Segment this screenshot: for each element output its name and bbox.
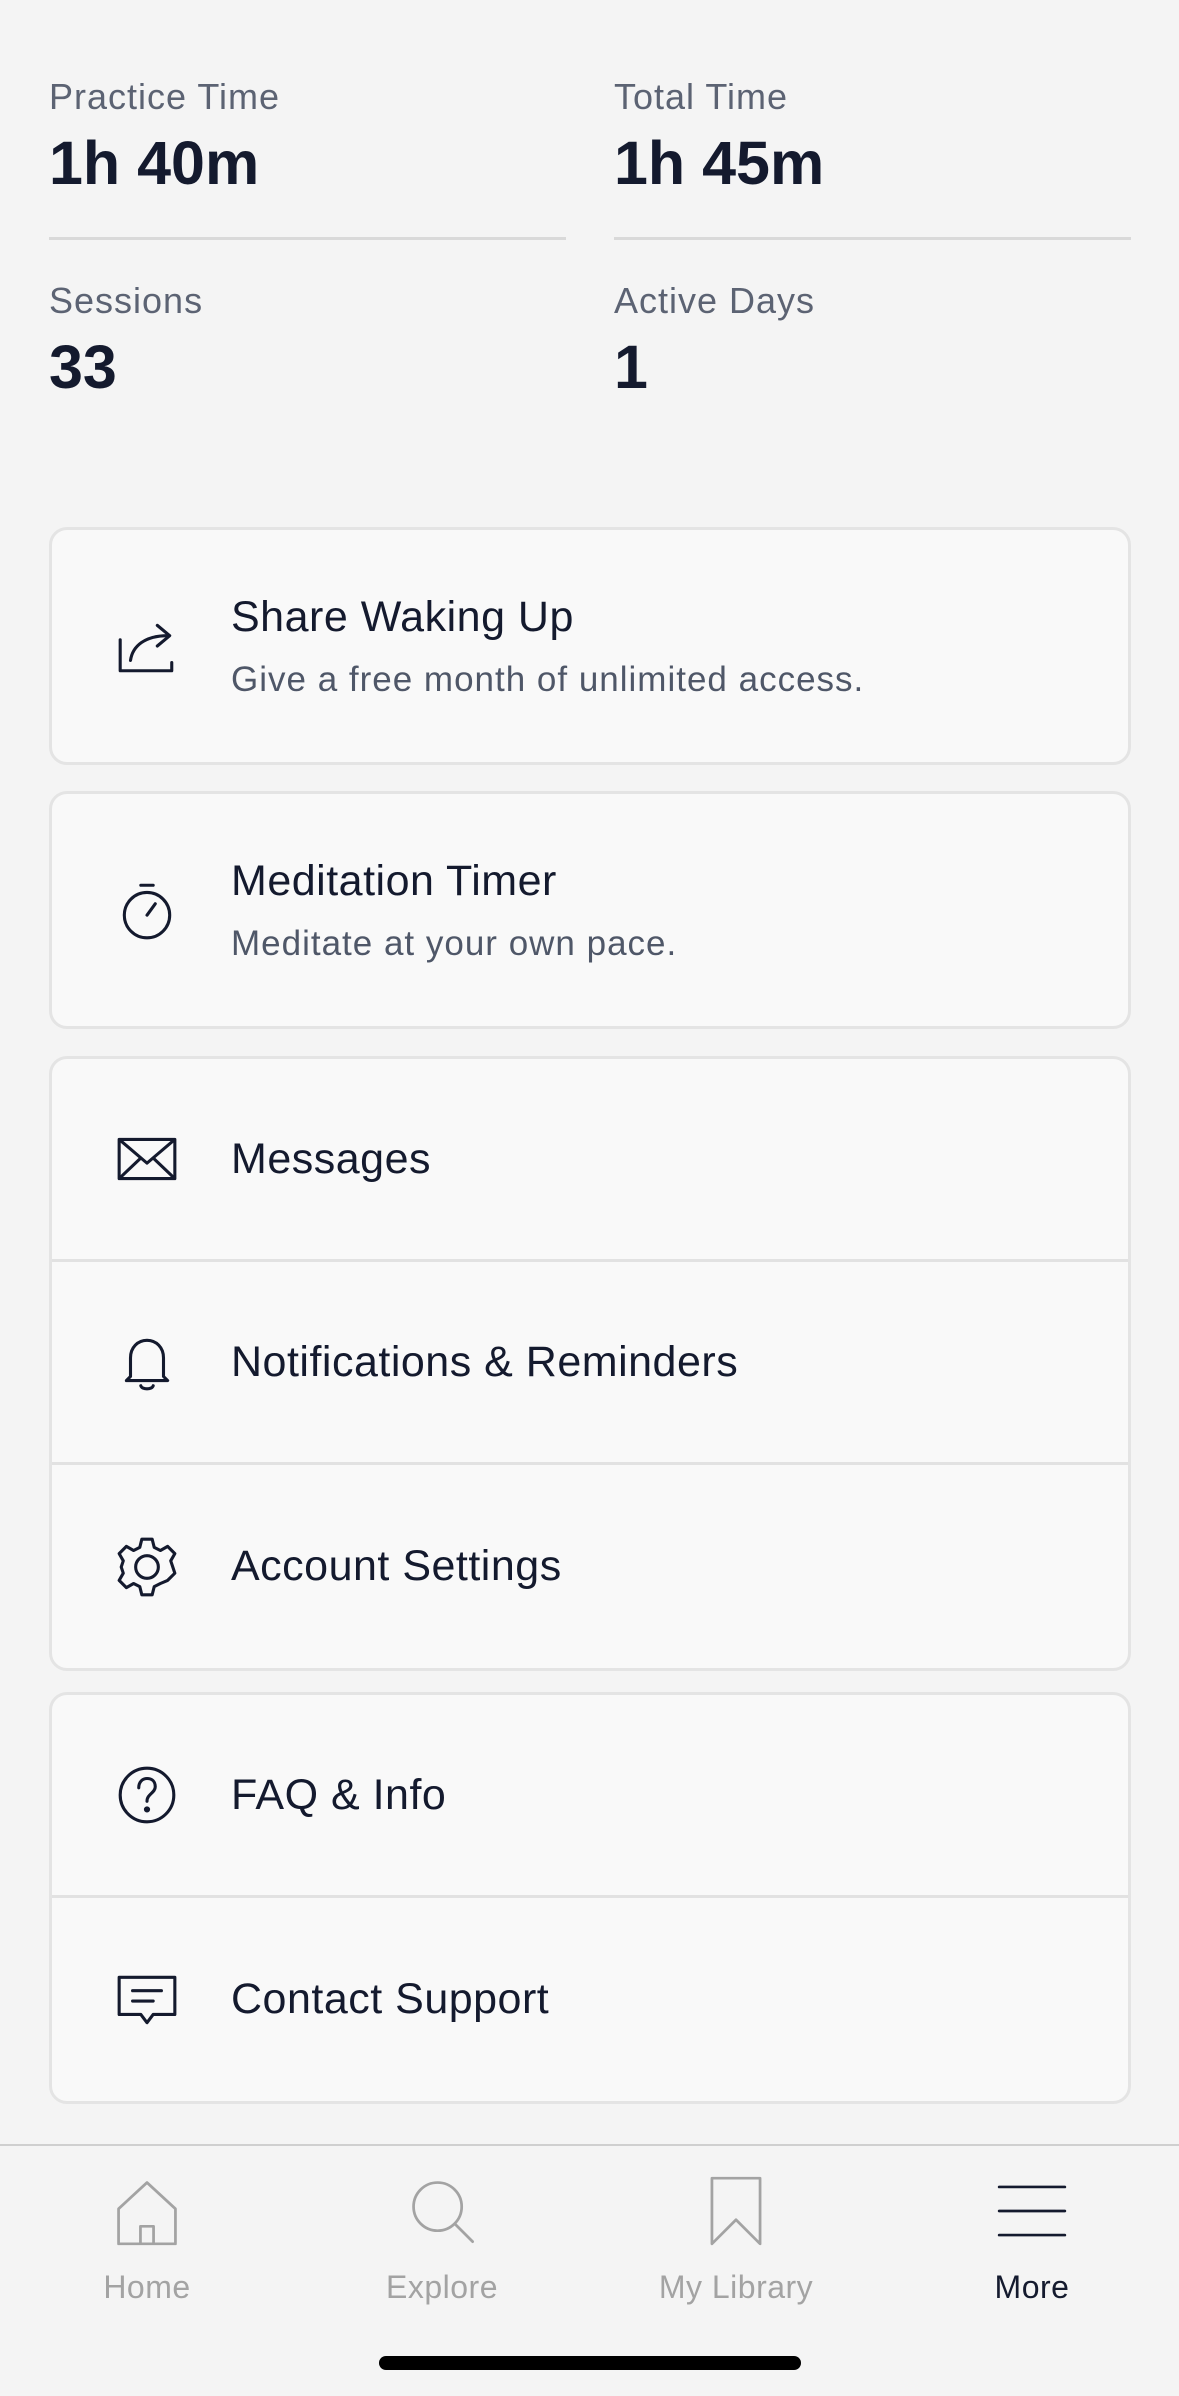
feature-title: Meditation Timer xyxy=(231,856,557,905)
home-indicator[interactable] xyxy=(379,2356,801,2370)
divider xyxy=(49,237,566,240)
account-settings-row[interactable]: Account Settings xyxy=(52,1465,1128,1668)
timer-card[interactable]: Meditation Timer Meditate at your own pa… xyxy=(49,791,1131,1029)
feature-title: Share Waking Up xyxy=(231,592,574,641)
menu-label: Account Settings xyxy=(231,1542,562,1590)
stat-value: 1h 40m xyxy=(49,129,260,197)
chat-icon xyxy=(112,1965,182,2035)
menu-label: Notifications & Reminders xyxy=(231,1337,739,1386)
home-icon xyxy=(112,2176,182,2251)
tab-more[interactable]: More xyxy=(922,2176,1142,2326)
stat-label: Practice Time xyxy=(49,76,281,117)
share-icon xyxy=(112,611,182,681)
stat-value: 1h 45m xyxy=(614,129,825,197)
stat-label: Total Time xyxy=(614,76,789,117)
menu-group-help: FAQ & Info Contact Support xyxy=(49,1692,1131,2104)
tab-my-library[interactable]: My Library xyxy=(626,2176,846,2326)
gear-icon xyxy=(112,1532,182,1602)
stat-sessions: Sessions 33 xyxy=(49,280,566,402)
more-screen: Practice Time 1h 40m Total Time 1h 45m S… xyxy=(0,0,1179,2396)
tab-label: More xyxy=(994,2269,1070,2305)
question-icon xyxy=(112,1760,182,1830)
tab-home[interactable]: Home xyxy=(37,2176,257,2326)
tab-label: Home xyxy=(103,2269,191,2305)
stat-label: Active Days xyxy=(614,280,816,321)
tab-explore[interactable]: Explore xyxy=(332,2176,552,2326)
stat-total-time: Total Time 1h 45m xyxy=(614,76,1131,198)
tab-label: Explore xyxy=(386,2269,498,2305)
messages-row[interactable]: Messages xyxy=(52,1059,1128,1262)
bell-icon xyxy=(112,1327,182,1397)
search-icon xyxy=(407,2176,477,2251)
menu-label: FAQ & Info xyxy=(231,1770,447,1819)
feature-subtitle: Meditate at your own pace. xyxy=(231,923,678,963)
meditation-timer-row[interactable]: Meditation Timer Meditate at your own pa… xyxy=(52,794,1128,1026)
stopwatch-icon xyxy=(112,875,182,945)
menu-label: Messages xyxy=(231,1134,431,1183)
contact-support-row[interactable]: Contact Support xyxy=(52,1898,1128,2101)
stat-practice-time: Practice Time 1h 40m xyxy=(49,76,566,198)
stat-active-days: Active Days 1 xyxy=(614,280,1131,402)
stat-value: 33 xyxy=(49,333,117,401)
menu-label: Contact Support xyxy=(231,1975,550,2023)
bookmark-icon xyxy=(701,2176,771,2251)
envelope-icon xyxy=(112,1124,182,1194)
faq-info-row[interactable]: FAQ & Info xyxy=(52,1695,1128,1898)
divider xyxy=(614,237,1131,240)
tab-label: My Library xyxy=(658,2269,814,2305)
stat-label: Sessions xyxy=(49,280,204,321)
feature-subtitle: Give a free month of unlimited access. xyxy=(231,659,865,699)
menu-group-account: Messages Notifications & Reminders Accou… xyxy=(49,1056,1131,1671)
share-card[interactable]: Share Waking Up Give a free month of unl… xyxy=(49,527,1131,765)
share-waking-up-row[interactable]: Share Waking Up Give a free month of unl… xyxy=(52,530,1128,762)
menu-icon xyxy=(997,2176,1067,2251)
stat-value: 1 xyxy=(614,333,648,401)
notifications-reminders-row[interactable]: Notifications & Reminders xyxy=(52,1262,1128,1465)
